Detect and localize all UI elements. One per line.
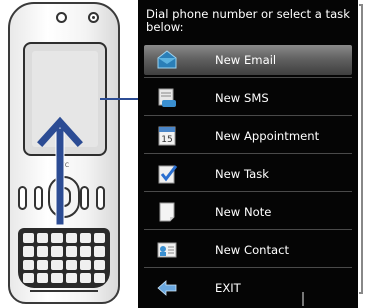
bracket-tick xyxy=(302,292,304,306)
task-icon xyxy=(158,165,178,184)
exit-arrow-icon xyxy=(157,280,177,296)
phone-camera-icon xyxy=(88,12,99,23)
menu-item-new-note[interactable]: New Note xyxy=(144,197,352,227)
menu-divider xyxy=(144,153,352,154)
menu-item-new-sms[interactable]: New SMS xyxy=(144,83,352,113)
menu-item-label: New Note xyxy=(215,205,272,219)
menu-divider xyxy=(144,115,352,116)
quick-task-panel: Dial phone number or select a task below… xyxy=(138,0,358,308)
menu-item-label: New Contact xyxy=(215,243,290,257)
menu-item-new-contact[interactable]: New Contact xyxy=(144,235,352,265)
menu-item-label: EXIT xyxy=(215,281,241,295)
contact-icon xyxy=(157,242,177,258)
menu-item-label: New SMS xyxy=(215,91,269,105)
panel-bracket xyxy=(359,4,363,294)
panel-header: Dial phone number or select a task below… xyxy=(146,7,350,34)
phone-call-button xyxy=(18,186,27,210)
menu-item-new-task[interactable]: New Task xyxy=(144,159,352,189)
callout-line xyxy=(100,98,138,100)
note-icon xyxy=(159,202,175,222)
sms-icon xyxy=(158,88,176,107)
menu-item-new-email[interactable]: New Email xyxy=(144,45,352,75)
calendar-icon: 15 xyxy=(158,126,176,146)
menu-item-label: New Appointment xyxy=(215,129,320,143)
menu-divider xyxy=(144,229,352,230)
menu-item-exit[interactable]: EXIT xyxy=(144,273,352,303)
menu-divider xyxy=(144,267,352,268)
swipe-up-arrow-icon xyxy=(37,116,83,225)
menu-item-label: New Email xyxy=(215,53,277,67)
menu-item-label: New Task xyxy=(215,167,269,181)
menu-item-new-appointment[interactable]: 15 New Appointment xyxy=(144,121,352,151)
phone-keyboard xyxy=(18,228,110,288)
svg-text:15: 15 xyxy=(161,135,172,145)
phone-top-button-left xyxy=(56,12,67,23)
menu-divider xyxy=(144,77,352,78)
email-icon xyxy=(157,50,177,69)
menu-divider xyxy=(144,191,352,192)
phone-end-button xyxy=(96,186,105,210)
